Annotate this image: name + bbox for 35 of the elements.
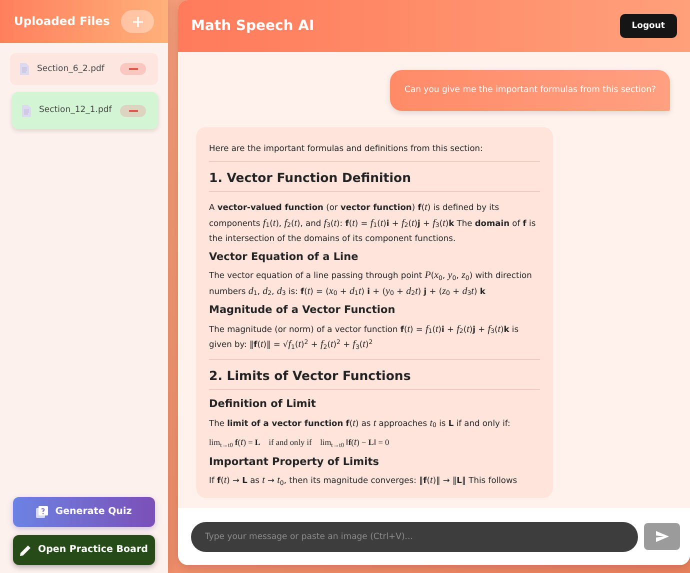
section-heading: 1. Vector Function Definition: [209, 170, 412, 186]
paragraph: The magnitude (or norm) of a vector function f(t) = f$_{1}$(t)i + f$_{2}$(t)j + f$_{3}$(t)k is given by: ‖f(t)‖ = √f$_{1}$(t)$^{2}$ + f$_{2}$(t)$^{2}$ + f$_{3}$(t)$^{2}$: [209, 322, 520, 353]
remove-file-button[interactable]: [120, 104, 146, 116]
practice-board-button[interactable]: Open Practice Board: [13, 535, 155, 565]
minus-icon: [128, 68, 138, 70]
sidebar-title: Uploaded Files: [14, 12, 110, 30]
user-message: Can you give me the important formulas from this section?: [390, 70, 670, 111]
subsection-heading: Important Property of Limits: [209, 456, 380, 468]
file-name: Section_6_2.pdf: [37, 62, 106, 76]
paragraph: Here are the important formulas and definitions from this section:: [209, 142, 484, 155]
subsection-heading: Magnitude of a Vector Function: [209, 304, 396, 317]
paragraph: The limit of a vector function f(t) as t approaches t$_{0}$ is L if and only if:: [209, 416, 512, 432]
remove-file-button[interactable]: [120, 63, 146, 75]
logout-button[interactable]: Logout: [620, 14, 677, 38]
app-title: Math Speech AI: [191, 16, 314, 36]
document-icon: [22, 104, 31, 116]
paragraph: If f(t) → L as t → t$_{0}$, then its magnitude converges: ‖f(t)‖ → ‖L‖ This follows: [209, 474, 518, 489]
pencil-icon: [20, 544, 32, 556]
equation: lim$_{t→t0}$ f(t) = L if and only if lim$_{t→t0}$ ‖f(t) − L‖ = 0: [209, 436, 390, 451]
add-file-button[interactable]: [121, 10, 154, 33]
subsection-heading: Vector Equation of a Line: [209, 250, 360, 264]
file-item[interactable]: Section_12_1.pdf: [12, 92, 158, 129]
generate-quiz-button[interactable]: Generate Quiz: [13, 497, 155, 527]
file-item[interactable]: Section_6_2.pdf: [10, 53, 158, 85]
document-icon: [20, 63, 29, 75]
message-input[interactable]: Type your message or paste an image (Ctrl+V)...: [191, 522, 638, 552]
section-heading: 2. Limits of Vector Functions: [209, 368, 412, 383]
subsection-heading: Definition of Limit: [209, 398, 317, 411]
file-name: Section_12_1.pdf: [39, 104, 112, 117]
minus-icon: [128, 110, 138, 112]
plus-icon: [132, 16, 142, 26]
send-icon: [656, 531, 668, 542]
quiz-icon: [36, 506, 48, 518]
paragraph: A vector-valued function (or vector function) f(t) is defined by its components f$_{1}$(t), f$_{2}$(t), and f$_{3}$(t): f(t) = f$_{1}$(t)i + f$_{2}$(t)j + f$_{3}$(t)k The domain of f is the intersection of the domains of its component functions.: [209, 201, 537, 246]
paragraph: The vector equation of a line passing through point P(x$_{0}$, y$_{0}$, z$_{0}$) with direction numbers d$_{1}$, d$_{2}$, d$_{3}$ is: f(t) = (x$_{0}$ + d$_{1}$t) i + (y$_{0}$ + d$_{2}$t) j + (z$_{0}$ + d$_{3}$t) k: [209, 269, 533, 300]
